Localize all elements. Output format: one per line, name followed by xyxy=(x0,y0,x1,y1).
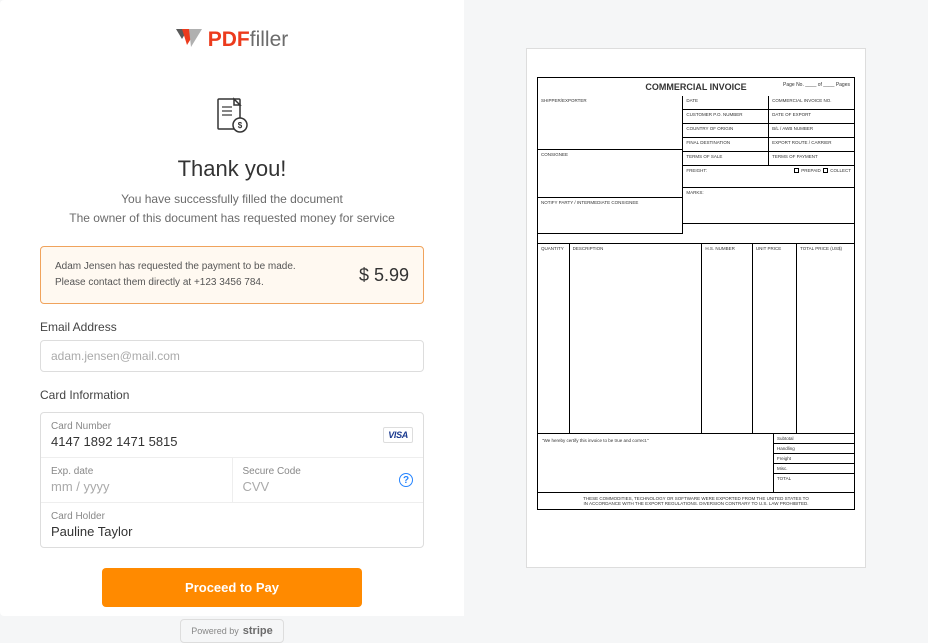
receipt-icon: $ xyxy=(214,97,250,142)
doc-route: Export Route / Carrier xyxy=(769,138,854,152)
doc-terms-pay: Terms of Payment xyxy=(769,152,854,166)
card-number-field[interactable]: Card Number 4147 1892 1471 5815 VISA xyxy=(41,413,423,457)
doc-final-dest: Final Destination xyxy=(683,138,769,152)
email-label: Email Address xyxy=(40,320,424,334)
doc-marks: Marks: xyxy=(683,188,854,224)
payment-amount: $ 5.99 xyxy=(359,265,409,286)
payment-panel: PDFfiller $ Thank you! You have successf… xyxy=(0,0,464,616)
doc-title: COMMERCIAL INVOICE xyxy=(645,82,746,92)
payment-notice-text: Adam Jensen has requested the payment to… xyxy=(55,259,296,291)
doc-date-export: Date of Export xyxy=(769,110,854,124)
stripe-badge: Powered by stripe xyxy=(180,619,284,643)
doc-consignee: Consignee xyxy=(538,150,682,198)
doc-certify: "We hereby certify this invoice to be tr… xyxy=(538,434,774,492)
logo-text-pdf: PDF xyxy=(208,28,250,51)
doc-notify: Notify Party / Intermediate Consignee xyxy=(538,198,682,234)
doc-footer: These commodities, technology or softwar… xyxy=(537,493,855,510)
doc-po: Customer P.O. Number xyxy=(683,110,769,124)
doc-shipper: Shipper/Exporter xyxy=(538,96,682,150)
document-preview: COMMERCIAL INVOICE Page No. ____ of ____… xyxy=(526,48,866,568)
logo-text-filler: filler xyxy=(250,28,289,51)
doc-page-no: Page No. ____ of ____ Pages xyxy=(783,82,850,88)
page-title: Thank you! xyxy=(178,156,287,182)
doc-awb: B/L / AWB Number xyxy=(769,124,854,138)
card-holder-field[interactable]: Card Holder Pauline Taylor xyxy=(41,503,423,547)
pdffiller-logo: PDFfiller xyxy=(176,28,289,52)
visa-icon: VISA xyxy=(383,427,413,443)
cvv-field[interactable]: Secure Code CVV ? xyxy=(232,458,424,502)
logo-icon xyxy=(176,29,202,51)
doc-freight: Freight: Prepaid Collect xyxy=(683,166,854,188)
doc-line-items: Quantity Description H.S. Number Unit Pr… xyxy=(537,244,855,434)
help-icon[interactable]: ? xyxy=(399,473,413,487)
document-preview-panel: COMMERCIAL INVOICE Page No. ____ of ____… xyxy=(464,0,928,616)
doc-invoice-no: Commercial Invoice No. xyxy=(769,96,854,110)
proceed-to-pay-button[interactable]: Proceed to Pay xyxy=(102,568,362,607)
card-block: Card Number 4147 1892 1471 5815 VISA Exp… xyxy=(40,412,424,548)
doc-date: Date xyxy=(683,96,769,110)
card-info-label: Card Information xyxy=(40,388,424,402)
email-field[interactable] xyxy=(40,340,424,372)
page-subtitle: You have successfully filled the documen… xyxy=(69,190,395,228)
doc-origin: Country of Origin xyxy=(683,124,769,138)
svg-text:$: $ xyxy=(238,121,243,130)
doc-terms-sale: Terms of Sale xyxy=(683,152,769,166)
payment-notice: Adam Jensen has requested the payment to… xyxy=(40,246,424,304)
exp-date-field[interactable]: Exp. date mm / yyyy xyxy=(41,458,232,502)
